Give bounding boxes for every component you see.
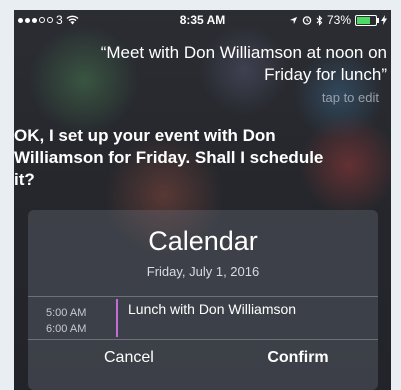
- location-arrow-icon: [289, 16, 298, 24]
- event-end-time: 6:00 AM: [46, 323, 87, 335]
- tap-to-edit-link[interactable]: tap to edit: [322, 90, 379, 105]
- battery-level: [357, 16, 370, 24]
- event-start-time: 5:00 AM: [46, 307, 87, 319]
- bluetooth-icon: [316, 14, 323, 26]
- battery-percent: 73%: [326, 13, 351, 27]
- status-bar: 3 8:35 AM 73%: [14, 10, 391, 30]
- siri-response: OK, I set up your event with Don William…: [14, 126, 324, 189]
- cancel-button[interactable]: Cancel: [60, 349, 200, 367]
- alarm-clock-icon: [302, 16, 312, 25]
- charging-bolt-icon: [381, 15, 387, 25]
- battery-icon: [355, 14, 379, 26]
- siri-query[interactable]: “Meet with Don Williamson at noon on Fri…: [54, 42, 387, 86]
- calendar-card[interactable]: Calendar Friday, July 1, 2016 5:00 AM 6:…: [28, 210, 378, 390]
- confirm-button[interactable]: Confirm: [218, 349, 378, 367]
- status-icons: 73%: [289, 13, 387, 27]
- card-title: Calendar: [148, 226, 258, 256]
- event-title: Lunch with Don Williamson: [128, 301, 297, 317]
- divider: [28, 339, 378, 340]
- siri-screen: 3 8:35 AM 73% “Meet with Don Williamson …: [14, 10, 391, 390]
- event-date: Friday, July 1, 2016: [146, 264, 260, 279]
- event-row[interactable]: 5:00 AM 6:00 AM Lunch with Don Williamso…: [28, 297, 378, 339]
- event-color-bar: [116, 299, 118, 337]
